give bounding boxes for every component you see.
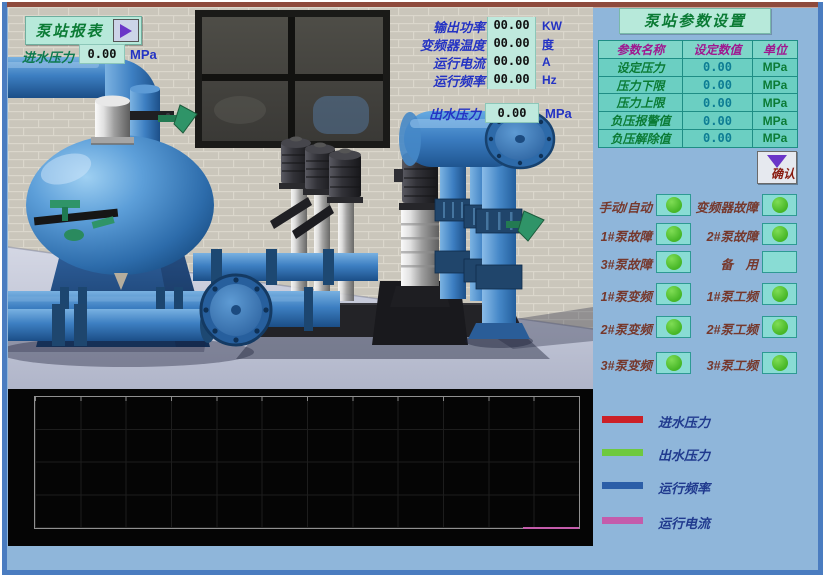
indicator-label-pump1-mains: 1#泵工频 <box>686 286 758 305</box>
report-button-label: 泵站报表 <box>26 20 113 41</box>
output-power-label: 输出功率 <box>338 17 485 36</box>
param-unit: MPa <box>753 59 797 76</box>
param-value-input[interactable]: 0.00 <box>683 130 752 147</box>
param-name: 压力上限 <box>599 94 682 111</box>
report-nav-box[interactable] <box>113 19 139 42</box>
param-unit: MPa <box>753 130 797 147</box>
col-header-unit: 单位 <box>753 41 797 58</box>
indicator-label-spare: 备 用 <box>686 254 758 273</box>
pipe-end-flange <box>201 275 271 345</box>
col-header-value: 设定数值 <box>683 41 752 58</box>
indicator-label-pump3-mains: 3#泵工频 <box>686 355 758 374</box>
run-freq-value: 00.00 <box>487 71 536 89</box>
lamp-pump2-mains <box>762 316 797 338</box>
output-power-row: 输出功率 00.00 KW <box>338 17 562 35</box>
param-unit: MPa <box>753 77 797 94</box>
indicator-label-pump3-vfd: 3#泵变频 <box>586 355 652 374</box>
indicator-label-pump2-fault: 2#泵故障 <box>686 226 758 245</box>
confirm-button[interactable]: 确认 <box>757 151 797 184</box>
run-current-label: 运行电流 <box>338 53 485 72</box>
trend-plot-area <box>34 396 580 529</box>
legend-swatch-current <box>602 517 643 524</box>
outlet-pressure-value: 0.00 <box>485 103 539 123</box>
plot-top-ticks <box>35 397 579 401</box>
lamp-pump1-mains <box>762 283 797 305</box>
inverter-temp-value: 00.00 <box>487 35 536 53</box>
param-value-input[interactable]: 0.00 <box>683 59 752 76</box>
param-name: 压力下限 <box>599 77 682 94</box>
param-name: 设定压力 <box>599 59 682 76</box>
output-power-unit: KW <box>542 19 562 33</box>
legend-label-outlet: 出水压力 <box>658 445 710 464</box>
param-unit: MPa <box>753 94 797 111</box>
lamp-pump2-fault <box>762 223 797 245</box>
indicator-label-pump1-vfd: 1#泵变频 <box>586 286 652 305</box>
inlet-pressure-value: 0.00 <box>79 44 125 64</box>
indicator-label-manual-auto: 手动/自动 <box>586 197 652 216</box>
legend-swatch-outlet <box>602 449 643 456</box>
indicator-label-pump3-fault: 3#泵故障 <box>586 254 652 273</box>
outlet-pressure-unit: MPa <box>545 106 572 121</box>
inverter-temp-unit: 度 <box>542 36 554 53</box>
inlet-pressure-label: 进水压力 <box>22 47 80 66</box>
legend-label-inlet: 进水压力 <box>658 412 710 431</box>
indicator-label-vfd-fault: 变频器故障 <box>686 197 758 216</box>
param-value-input[interactable]: 0.00 <box>683 77 752 94</box>
indicator-label-pump2-mains: 2#泵工频 <box>686 319 758 338</box>
pump-room-3d-view: 泵站报表 进水压力 0.00 MPa 输出功率 00.00 KW 变频器温度 0… <box>8 7 593 389</box>
run-current-row: 运行电流 00.00 A <box>338 53 551 71</box>
run-current-value: 00.00 <box>487 53 536 71</box>
inlet-pressure-unit: MPa <box>130 47 157 62</box>
bottom-border <box>2 570 823 575</box>
inverter-temp-label: 变频器温度 <box>338 35 485 54</box>
trend-chart <box>8 389 593 546</box>
parameter-table: 参数名称 设定数值 单位 设定压力 0.00 MPa 压力下限 0.00 MPa… <box>598 40 798 148</box>
run-freq-unit: Hz <box>542 73 557 87</box>
right-border <box>818 2 823 575</box>
indicator-label-pump2-vfd: 2#泵变频 <box>586 319 652 338</box>
inverter-temp-row: 变频器温度 00.00 度 <box>338 35 554 53</box>
output-power-value: 00.00 <box>487 17 536 35</box>
settings-panel-title: 泵站参数设置 <box>619 8 771 34</box>
outlet-pressure-label: 出水压力 <box>411 104 481 123</box>
run-freq-label: 运行频率 <box>338 71 485 90</box>
pump-station-hmi-screen: 泵站报表 进水压力 0.00 MPa 输出功率 00.00 KW 变频器温度 0… <box>0 0 825 577</box>
lamp-vfd-fault <box>762 194 797 216</box>
legend-label-frequency: 运行频率 <box>658 478 710 497</box>
legend-swatch-inlet <box>602 416 643 423</box>
param-name: 负压报警值 <box>599 112 682 129</box>
report-button[interactable]: 泵站报表 <box>25 16 142 45</box>
param-name: 负压解除值 <box>599 130 682 147</box>
outlet-pressure-row: 出水压力 0.00 MPa <box>411 103 572 123</box>
run-freq-row: 运行频率 00.00 Hz <box>338 71 557 89</box>
left-border <box>2 2 7 575</box>
legend-swatch-frequency <box>602 482 643 489</box>
indicator-label-pump1-fault: 1#泵故障 <box>586 226 652 245</box>
legend-label-current: 运行电流 <box>658 513 710 532</box>
run-current-trace <box>523 527 579 529</box>
param-value-input[interactable]: 0.00 <box>683 112 752 129</box>
col-header-name: 参数名称 <box>599 41 682 58</box>
lamp-spare <box>762 251 797 273</box>
play-triangle-icon <box>120 24 132 38</box>
confirm-button-label: 确认 <box>771 165 795 182</box>
run-current-unit: A <box>542 55 551 69</box>
lamp-pump3-mains <box>762 352 797 374</box>
param-value-input[interactable]: 0.00 <box>683 94 752 111</box>
param-unit: MPa <box>753 112 797 129</box>
